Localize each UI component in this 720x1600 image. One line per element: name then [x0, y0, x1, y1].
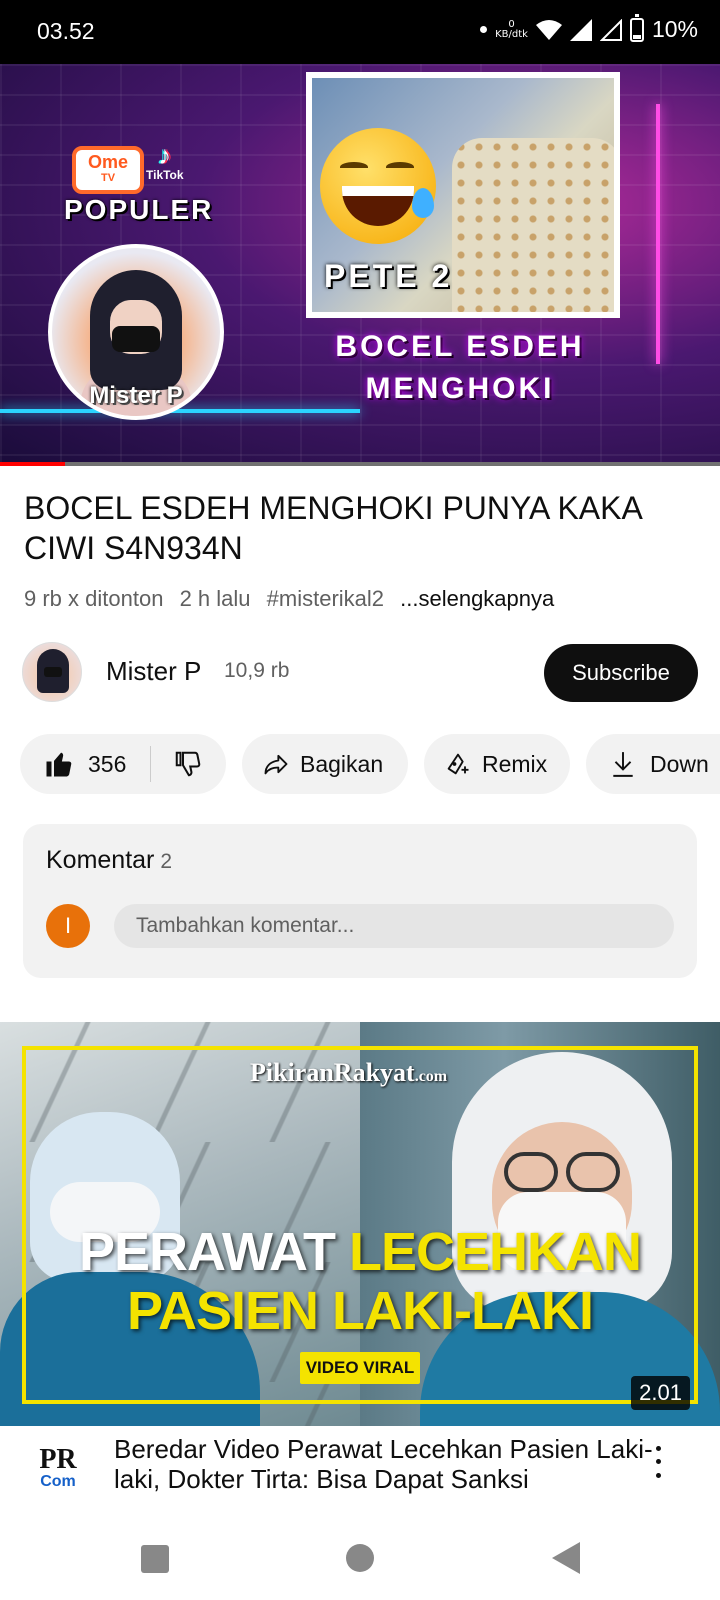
battery-icon: [629, 13, 644, 42]
next-video-title[interactable]: Beredar Video Perawat Lecehkan Pasien La…: [114, 1434, 654, 1494]
laughing-emoji-icon: [320, 128, 436, 244]
battery-level: 10%: [651, 16, 698, 42]
emoji-mouth: [342, 186, 414, 226]
like-button[interactable]: 356: [20, 749, 150, 779]
subscribe-button[interactable]: Subscribe: [544, 644, 698, 702]
ome-logo-text: Ome: [87, 152, 129, 172]
caption-line-1: BOCEL ESDEH: [335, 330, 585, 363]
headline-white: PERAWAT: [78, 1222, 336, 1282]
comment-input[interactable]: [114, 904, 674, 948]
video-meta[interactable]: 9 rb x ditonton 2 h lalu #misterikal2 ..…: [24, 586, 564, 612]
ome-logo-sub: TV: [100, 172, 116, 184]
channel-avatar[interactable]: [22, 642, 82, 702]
remix-label: Remix: [482, 750, 548, 777]
download-icon: [613, 752, 633, 777]
headline-yellow: LECEHKAN: [349, 1222, 642, 1282]
playback-progress-bar[interactable]: [0, 462, 720, 466]
comments-header: Komentar 2: [46, 846, 172, 875]
playback-progress-fill: [0, 462, 65, 466]
dislike-button[interactable]: [151, 749, 203, 779]
like-count: 356: [88, 750, 127, 777]
notification-dot-icon: [480, 26, 488, 33]
share-label: Bagikan: [300, 750, 384, 777]
pete-label: PETE 2: [324, 258, 453, 294]
pikiran-rakyat-watermark: PikiranRakyat.com: [250, 1058, 447, 1088]
thumbnail-photo-frame: PETE 2: [306, 72, 620, 318]
channel-avatar-mask: [44, 667, 62, 677]
channel-name[interactable]: Mister P: [106, 656, 201, 687]
ome-tv-logo: Ome TV: [72, 146, 144, 194]
status-icons: 0 KB/dtk 10%: [480, 13, 698, 43]
status-bar: 03.52 0 KB/dtk 10%: [0, 0, 720, 64]
share-icon: [264, 754, 288, 775]
show-more-link[interactable]: ...selengkapnya: [400, 586, 554, 611]
comments-panel[interactable]: Komentar 2 I: [23, 824, 697, 978]
signal-empty-icon: [599, 18, 622, 41]
caption-line-2: MENGHOKI: [365, 372, 555, 405]
tiktok-logo: ♪ TikTok: [146, 142, 184, 182]
video-player[interactable]: Ome TV ♪ TikTok POPULER Mister P PETE 2 …: [0, 64, 720, 464]
channel-row[interactable]: Mister P 10,9 rb Subscribe: [22, 640, 698, 704]
system-nav-bar: [0, 1520, 720, 1600]
emoji-tear: [412, 188, 434, 218]
comments-label: Komentar: [46, 846, 155, 874]
tiktok-logo-text: TikTok: [146, 168, 184, 182]
thumb-headline-line-2: PASIEN LAKI-LAKI: [127, 1281, 594, 1341]
emoji-eye: [386, 162, 414, 172]
back-button[interactable]: [548, 1538, 588, 1578]
brand-suffix: .com: [414, 1068, 448, 1085]
pr-logo-top: PR: [39, 1444, 77, 1475]
status-time: 03.52: [37, 18, 95, 44]
emoji-eye: [340, 162, 368, 172]
recents-button[interactable]: [134, 1538, 174, 1578]
remix-button[interactable]: Remix: [424, 734, 570, 794]
avatar-art-name: Mister P: [89, 382, 183, 409]
upload-age: 2 h lalu: [179, 586, 251, 611]
user-avatar: I: [46, 904, 90, 948]
download-button[interactable]: Down: [586, 734, 720, 794]
download-label: Down: [650, 750, 709, 777]
thumbnail-caption: BOCEL ESDEH MENGHOKI: [300, 326, 620, 410]
channel-avatar-art: Mister P: [48, 244, 224, 420]
view-count: 9 rb x ditonton: [24, 586, 164, 611]
next-video-info[interactable]: PR Com Beredar Video Perawat Lecehkan Pa…: [0, 1430, 720, 1520]
thumb-headline-line-1: PERAWAT LECEHKAN: [0, 1222, 720, 1282]
hashtag-link[interactable]: #misterikal2: [267, 586, 384, 611]
more-options-icon[interactable]: [646, 1442, 670, 1482]
pr-logo-bottom: Com: [40, 1473, 76, 1490]
tiktok-note-icon: ♪: [158, 140, 172, 170]
video-viral-tag: VIDEO VIRAL: [300, 1352, 420, 1384]
wifi-icon: [535, 19, 562, 40]
next-video-thumbnail[interactable]: PikiranRakyat.com PERAWAT LECEHKAN PASIE…: [0, 1022, 720, 1426]
comments-count: 2: [160, 850, 173, 873]
net-speed-unit: KB/dtk: [495, 28, 528, 40]
remix-icon: [447, 753, 469, 775]
video-title[interactable]: BOCEL ESDEH MENGHOKI PUNYA KAKA CIWI S4N…: [24, 488, 696, 568]
net-speed: 0 KB/dtk: [495, 19, 528, 40]
populer-text: POPULER: [64, 194, 214, 225]
photo-patterned-cloth: [452, 138, 614, 312]
signal-icon: [569, 18, 592, 41]
pr-channel-avatar[interactable]: PR Com: [28, 1440, 88, 1500]
duration-badge: 2.01: [631, 1376, 690, 1410]
action-bar: 356 Bagikan Remix Down: [20, 734, 720, 794]
thumbs-up-icon: [46, 752, 72, 777]
neon-line-pink: [656, 104, 660, 364]
thumbs-down-icon: [175, 751, 201, 777]
avatar-mask: [112, 326, 160, 352]
subscriber-count: 10,9 rb: [224, 659, 290, 682]
home-button[interactable]: [340, 1538, 380, 1578]
like-dislike-pill: 356: [20, 734, 226, 794]
brand-text: PikiranRakyat: [250, 1058, 415, 1087]
share-button[interactable]: Bagikan: [242, 734, 408, 794]
